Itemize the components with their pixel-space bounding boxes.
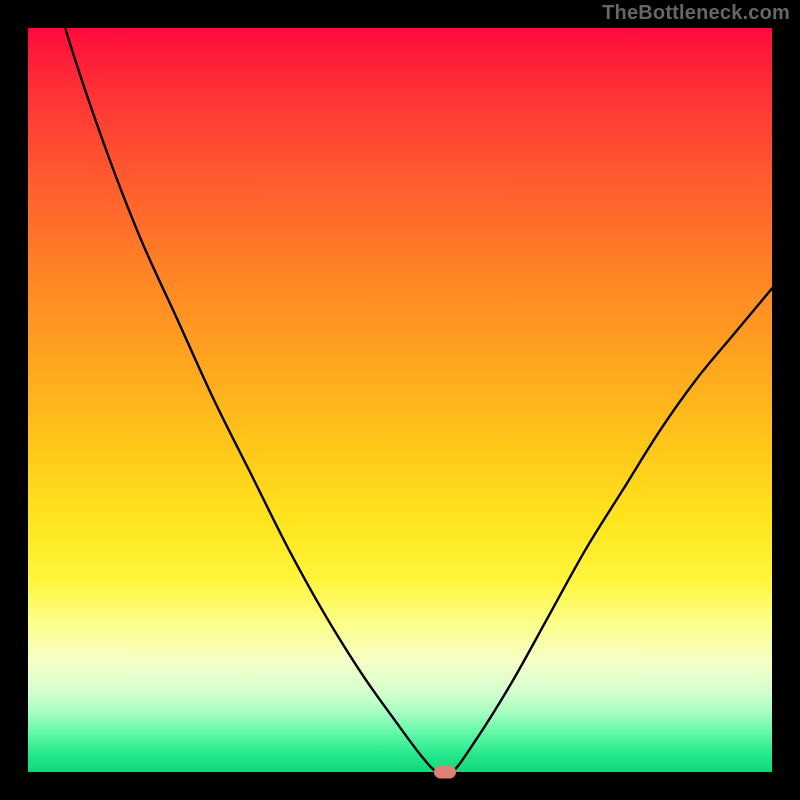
plot-area <box>28 28 772 772</box>
bottleneck-marker <box>434 766 456 779</box>
watermark-text: TheBottleneck.com <box>602 2 790 25</box>
chart-frame: TheBottleneck.com <box>0 0 800 800</box>
bottleneck-curve <box>28 28 772 772</box>
